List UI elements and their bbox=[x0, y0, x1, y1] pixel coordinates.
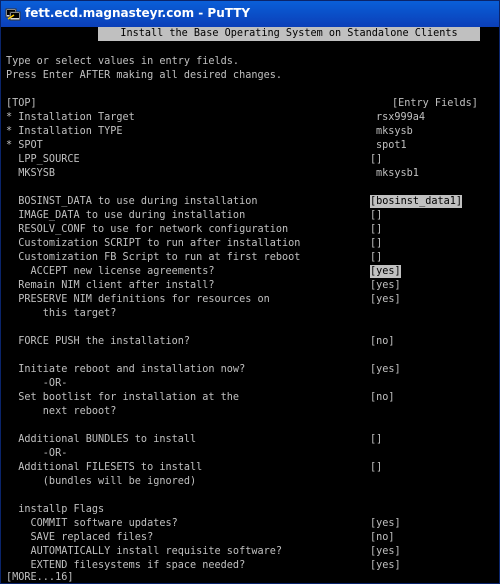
field-label: LPP_SOURCE bbox=[6, 154, 80, 165]
field-label: Customization SCRIPT to run after instal… bbox=[6, 238, 301, 249]
putty-icon bbox=[5, 8, 21, 21]
field-value[interactable]: [yes] bbox=[370, 517, 401, 530]
field-value[interactable]: [] bbox=[370, 209, 382, 222]
field-value[interactable]: [yes] bbox=[370, 363, 401, 376]
field-label: (bundles will be ignored) bbox=[6, 476, 197, 487]
window-title: fett.ecd.magnasteyr.com - PuTTY bbox=[25, 6, 251, 20]
field-label: PRESERVE NIM definitions for resources o… bbox=[6, 294, 270, 305]
field-label: -OR- bbox=[6, 448, 68, 459]
top-marker: [TOP] bbox=[6, 98, 37, 109]
field-label: Set bootlist for installation at the bbox=[6, 392, 240, 403]
field-label: AUTOMATICALLY install requisite software… bbox=[6, 546, 283, 557]
field-label: this target? bbox=[6, 308, 117, 319]
field-value[interactable]: [] bbox=[370, 223, 382, 236]
field-label: Remain NIM client after install? bbox=[6, 280, 215, 291]
field-label: -OR- bbox=[6, 378, 68, 389]
field-label: Initiate reboot and installation now? bbox=[6, 364, 246, 375]
field-label: BOSINST_DATA to use during installation bbox=[6, 196, 258, 207]
field-value[interactable]: [no] bbox=[370, 531, 395, 544]
terminal-area[interactable]: Install the Base Operating System on Sta… bbox=[2, 27, 498, 583]
field-value[interactable]: [yes] bbox=[370, 293, 401, 306]
instruction-line-2: Press Enter AFTER making all desired cha… bbox=[6, 70, 283, 81]
title-bar[interactable]: fett.ecd.magnasteyr.com - PuTTY bbox=[1, 1, 499, 27]
field-label: Additional FILESETS to install bbox=[6, 462, 203, 473]
putty-window: fett.ecd.magnasteyr.com - PuTTY Install … bbox=[0, 0, 500, 584]
field-label: Additional BUNDLES to install bbox=[6, 434, 197, 445]
screen-heading: Install the Base Operating System on Sta… bbox=[98, 27, 480, 41]
field-value[interactable]: spot1 bbox=[376, 139, 407, 152]
instruction-line-1: Type or select values in entry fields. bbox=[6, 56, 240, 67]
field-value[interactable]: [] bbox=[370, 153, 382, 166]
field-value[interactable]: mksysb1 bbox=[376, 167, 419, 180]
field-label: * Installation TYPE bbox=[6, 126, 123, 137]
field-label: COMMIT software updates? bbox=[6, 518, 178, 529]
field-value[interactable]: rsx999a4 bbox=[376, 111, 425, 124]
field-label: SAVE replaced files? bbox=[6, 532, 154, 543]
field-label: Customization FB Script to run at first … bbox=[6, 252, 301, 263]
field-value[interactable]: [yes] bbox=[370, 559, 401, 572]
field-value[interactable]: [] bbox=[370, 433, 382, 446]
field-value[interactable]: mksysb bbox=[376, 125, 413, 138]
entry-fields-header: [Entry Fields] bbox=[392, 98, 478, 109]
field-value[interactable]: [yes] bbox=[370, 545, 401, 558]
field-label: IMAGE_DATA to use during installation bbox=[6, 210, 246, 221]
field-value[interactable]: [] bbox=[370, 461, 382, 474]
field-label: ACCEPT new license agreements? bbox=[6, 266, 215, 277]
more-marker: [MORE...16] bbox=[6, 572, 74, 583]
field-value[interactable]: [bosinst_data1] bbox=[370, 195, 463, 208]
field-label: * Installation Target bbox=[6, 112, 135, 123]
field-value[interactable]: [] bbox=[370, 251, 382, 264]
field-label: RESOLV_CONF to use for network configura… bbox=[6, 224, 289, 235]
field-label: next reboot? bbox=[6, 406, 117, 417]
field-label: FORCE PUSH the installation? bbox=[6, 336, 191, 347]
field-value[interactable]: [no] bbox=[370, 391, 395, 404]
field-label: MKSYSB bbox=[6, 168, 56, 179]
field-label: * SPOT bbox=[6, 140, 43, 151]
field-label: installp Flags bbox=[6, 504, 105, 515]
field-value[interactable]: [yes] bbox=[370, 279, 401, 292]
field-value[interactable]: [yes] bbox=[370, 265, 401, 278]
field-value[interactable]: [] bbox=[370, 237, 382, 250]
field-value[interactable]: [no] bbox=[370, 335, 395, 348]
